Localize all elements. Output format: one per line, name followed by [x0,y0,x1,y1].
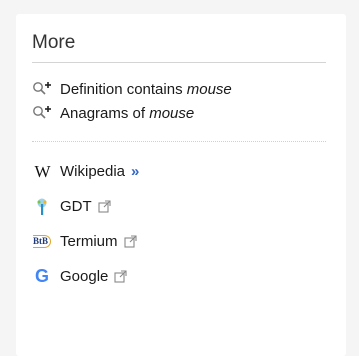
dotted-divider [32,141,326,142]
termium-link[interactable]: BtB Termium [32,224,330,259]
double-chevron-icon: » [131,163,140,180]
anagrams-link[interactable]: Anagrams of mouse [32,101,330,125]
gdt-label: GDT [60,198,92,215]
search-links-list: Definition contains mouse Anagrams of mo… [32,77,330,125]
link-term: mouse [149,104,195,122]
google-label: Google [60,268,109,285]
link-prefix: Anagrams of [60,104,146,122]
external-link-icon [114,270,127,283]
more-panel: More Definition contains mouse Anagrams … [16,14,346,356]
wikipedia-link[interactable]: W Wikipedia » [32,154,330,189]
google-icon: G [34,266,49,286]
external-links-list: W Wikipedia » GDT BtB Termium G Google [32,154,330,294]
external-link-icon [123,235,137,248]
search-plus-icon [33,106,51,119]
section-title: More [32,32,326,63]
gdt-icon [32,198,52,216]
gdt-link[interactable]: GDT [32,189,330,224]
link-prefix: Definition contains [60,80,183,98]
termium-icon: BtB [32,235,52,248]
wikipedia-icon: W [34,161,50,181]
termium-label: Termium [60,233,118,250]
search-plus-icon [33,82,51,95]
wikipedia-label: Wikipedia [60,163,126,180]
external-link-icon [98,200,111,213]
definition-contains-link[interactable]: Definition contains mouse [32,77,330,101]
link-term: mouse [186,80,232,98]
google-link[interactable]: G Google [32,259,330,294]
